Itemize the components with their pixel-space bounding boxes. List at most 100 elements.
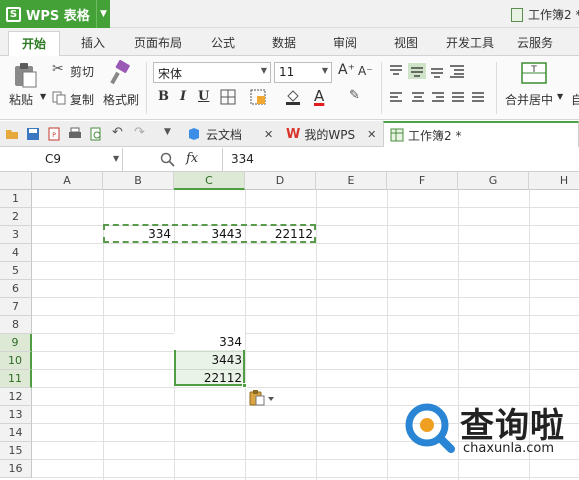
row-header[interactable]: 8: [0, 316, 32, 334]
copy-button[interactable]: 复制: [70, 91, 94, 108]
name-box[interactable]: C9 ▼: [0, 148, 123, 171]
merge-center-button[interactable]: 合并居中: [505, 91, 553, 108]
decrease-font-icon[interactable]: A⁻: [358, 64, 373, 78]
row-header[interactable]: 7: [0, 298, 32, 316]
chevron-down-icon[interactable]: ▼: [113, 154, 119, 163]
row-header[interactable]: 14: [0, 424, 32, 442]
font-size-select[interactable]: 11 ▼: [274, 62, 332, 83]
column-header[interactable]: G: [458, 172, 529, 190]
formula-bar: C9 ▼ fx 334: [0, 148, 579, 172]
row-header-selected[interactable]: 10: [0, 352, 32, 370]
column-header[interactable]: H: [529, 172, 579, 190]
insert-function-button[interactable]: fx: [186, 151, 198, 166]
paste-options-icon[interactable]: [249, 390, 275, 406]
tab-page-layout[interactable]: 页面布局: [134, 34, 182, 51]
tab-view[interactable]: 视图: [394, 34, 418, 51]
tab-formulas[interactable]: 公式: [211, 34, 235, 51]
auto-wrap-button[interactable]: 自: [571, 91, 579, 108]
copy-icon[interactable]: [52, 91, 66, 105]
font-name-select[interactable]: 宋体 ▼: [153, 62, 271, 83]
svg-text:T: T: [530, 65, 537, 75]
column-header[interactable]: F: [387, 172, 458, 190]
row-header[interactable]: 1: [0, 190, 32, 208]
chaxunla-watermark: 查询啦 chaxunla.com: [403, 398, 579, 460]
horizontal-align-icons[interactable]: [388, 91, 488, 105]
row-header[interactable]: 16: [0, 460, 32, 478]
export-pdf-icon[interactable]: P: [47, 127, 61, 141]
grid-line: [316, 190, 317, 480]
row-header[interactable]: 4: [0, 244, 32, 262]
open-folder-icon[interactable]: [5, 127, 19, 141]
fill-color-icon[interactable]: [284, 88, 302, 106]
row-header[interactable]: 12: [0, 388, 32, 406]
zoom-search-icon[interactable]: [160, 152, 175, 167]
cell-c9[interactable]: 334: [174, 334, 245, 352]
tab-cloud-service[interactable]: 云服务: [517, 34, 553, 51]
row-header[interactable]: 6: [0, 280, 32, 298]
borders-icon[interactable]: [220, 89, 236, 105]
cell-c11[interactable]: 22112: [174, 370, 245, 388]
formula-value: 334: [231, 152, 254, 166]
quick-access-dropdown-icon[interactable]: ▼: [164, 127, 178, 141]
doc-tab-cloud[interactable]: 云文档 ✕: [186, 121, 280, 147]
clear-format-icon[interactable]: ✎: [349, 88, 360, 103]
chevron-down-icon[interactable]: ▼: [96, 0, 110, 28]
row-header[interactable]: 2: [0, 208, 32, 226]
doc-tab-label: 工作簿2 *: [408, 128, 462, 143]
row-header-selected[interactable]: 11: [0, 370, 32, 388]
column-header[interactable]: B: [103, 172, 174, 190]
column-header[interactable]: A: [32, 172, 103, 190]
row-header[interactable]: 15: [0, 442, 32, 460]
paste-icon[interactable]: [12, 62, 38, 88]
row-header[interactable]: 13: [0, 406, 32, 424]
bold-button[interactable]: B: [158, 89, 169, 104]
column-header[interactable]: D: [245, 172, 316, 190]
font-color-icon[interactable]: A: [314, 87, 324, 105]
column-header-selected[interactable]: C: [174, 172, 245, 190]
close-icon[interactable]: ✕: [264, 128, 273, 141]
merge-center-icon[interactable]: T: [521, 62, 547, 86]
document-tabs-bar: P ↶ ↷ ▼ 云文档 ✕ W 我的WPS ✕ 工作簿2 *: [0, 121, 579, 147]
tab-review[interactable]: 审阅: [333, 34, 357, 51]
underline-button[interactable]: U: [198, 89, 209, 104]
grid-line: [32, 351, 579, 352]
grid-line: [32, 477, 579, 478]
paste-dropdown-icon[interactable]: ▼: [40, 92, 46, 101]
ribbon-toolbar: 粘贴 ▼ ✂ 剪切 复制 格式刷 宋体 ▼ 11 ▼ A⁺ A⁻ B I U A…: [0, 56, 579, 120]
select-all-corner[interactable]: [0, 172, 32, 190]
doc-tab-workbook2[interactable]: 工作簿2 *: [383, 121, 579, 147]
format-painter-button[interactable]: 格式刷: [103, 91, 139, 108]
italic-button[interactable]: I: [180, 89, 186, 104]
tab-home[interactable]: 开始: [8, 31, 61, 57]
cut-button[interactable]: 剪切: [70, 63, 94, 80]
increase-font-icon[interactable]: A⁺: [338, 62, 355, 78]
redo-icon[interactable]: ↷: [134, 125, 148, 140]
chevron-down-icon[interactable]: ▼: [557, 92, 563, 101]
divider: [381, 62, 382, 114]
print-preview-icon[interactable]: [89, 127, 103, 141]
save-icon[interactable]: [26, 127, 40, 141]
cell-c10[interactable]: 3443: [174, 352, 245, 370]
row-header[interactable]: 3: [0, 226, 32, 244]
formula-input[interactable]: 334: [222, 148, 579, 171]
doc-tab-label: 云文档: [206, 127, 243, 142]
row-header-selected[interactable]: 9: [0, 334, 32, 352]
tab-insert[interactable]: 插入: [81, 34, 105, 51]
vertical-align-icons[interactable]: [388, 63, 468, 79]
print-icon[interactable]: [68, 127, 82, 141]
ribbon-tabs: 开始 插入 页面布局 公式 数据 审阅 视图 开发工具 云服务: [0, 28, 579, 57]
doc-tab-my-wps[interactable]: W 我的WPS ✕: [286, 121, 380, 147]
tab-data[interactable]: 数据: [272, 34, 296, 51]
close-icon[interactable]: ✕: [367, 128, 376, 141]
row-header[interactable]: 5: [0, 262, 32, 280]
cell-format-icon[interactable]: [250, 89, 266, 105]
tab-developer[interactable]: 开发工具: [446, 34, 494, 51]
paste-button[interactable]: 粘贴: [9, 91, 33, 108]
copy-marquee: [103, 224, 316, 243]
scissors-icon[interactable]: ✂: [52, 61, 64, 77]
column-header[interactable]: E: [316, 172, 387, 190]
undo-icon[interactable]: ↶: [112, 125, 126, 140]
format-painter-icon[interactable]: [107, 60, 133, 86]
cloud-doc-icon: [189, 128, 199, 140]
app-menu-button[interactable]: S WPS 表格 ▼: [0, 0, 110, 28]
